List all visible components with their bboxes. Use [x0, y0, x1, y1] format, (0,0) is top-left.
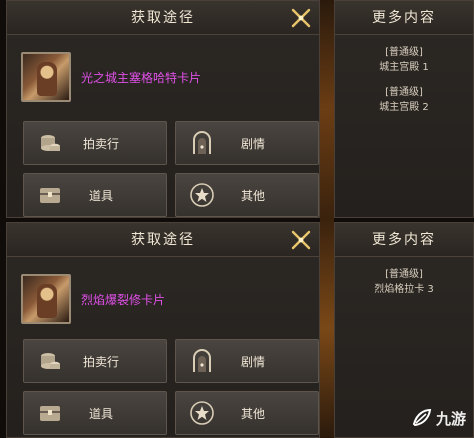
more-content-title: 更多内容	[372, 232, 436, 248]
more-content-header: 更多内容	[335, 223, 473, 257]
watermark-text: 九游	[435, 409, 466, 428]
acquisition-block-2: 获取途径 烈焰爆裂修卡片 拍卖行 剧情 道具 其他 更多内容 [普通级] 烈焰格…	[0, 222, 474, 438]
more-content-entry[interactable]: [普通级] 烈焰格拉卡 3	[335, 267, 473, 297]
item-button[interactable]: 道具	[23, 173, 167, 217]
panel-header: 获取途径	[7, 223, 319, 257]
auction-house-label: 拍卖行	[82, 354, 119, 369]
more-content-header: 更多内容	[335, 1, 473, 35]
other-label: 其他	[240, 188, 265, 203]
item-name: 光之城主塞格哈特卡片	[81, 70, 202, 85]
auction-house-label: 拍卖行	[82, 136, 119, 151]
dungeon-name: 烈焰格拉卡 3	[374, 284, 434, 295]
story-label: 剧情	[240, 354, 265, 369]
more-content-title: 更多内容	[372, 10, 436, 26]
dungeon-name: 城主宫殿 1	[379, 62, 429, 73]
doorway-icon	[188, 347, 216, 375]
acquisition-block-1: 获取途径 光之城主塞格哈特卡片 拍卖行 剧情 道具 其他 更多内容 [普通级] …	[0, 0, 474, 218]
other-button[interactable]: 其他	[175, 391, 319, 435]
other-button[interactable]: 其他	[175, 173, 319, 217]
coins-icon	[36, 347, 64, 375]
coins-icon	[36, 129, 64, 157]
auction-house-button[interactable]: 拍卖行	[23, 121, 167, 165]
more-content-entry[interactable]: [普通级] 城主宫殿 2	[335, 85, 473, 115]
more-content-panel: 更多内容 [普通级] 城主宫殿 1 [普通级] 城主宫殿 2	[334, 0, 474, 218]
item-name: 烈焰爆裂修卡片	[81, 292, 166, 307]
panel-header: 获取途径	[7, 1, 319, 35]
chest-icon	[36, 181, 64, 209]
close-button[interactable]	[289, 228, 313, 252]
card-thumbnail[interactable]	[21, 52, 71, 102]
leaf-logo-icon	[412, 408, 432, 427]
auction-house-button[interactable]: 拍卖行	[23, 339, 167, 383]
acquisition-panel: 获取途径 烈焰爆裂修卡片 拍卖行 剧情 道具 其他	[6, 222, 320, 438]
difficulty-tag: [普通级]	[385, 87, 423, 98]
other-label: 其他	[240, 406, 265, 421]
close-x-sparkle-icon	[291, 8, 311, 28]
more-content-entry[interactable]: [普通级] 城主宫殿 1	[335, 45, 473, 75]
dungeon-name: 城主宫殿 2	[379, 102, 429, 113]
story-button[interactable]: 剧情	[175, 121, 319, 165]
acquisition-panel: 获取途径 光之城主塞格哈特卡片 拍卖行 剧情 道具 其他	[6, 0, 320, 218]
item-label: 道具	[88, 406, 113, 421]
more-content-list: [普通级] 城主宫殿 1 [普通级] 城主宫殿 2	[335, 35, 473, 115]
close-x-sparkle-icon	[291, 230, 311, 250]
difficulty-tag: [普通级]	[385, 269, 423, 280]
item-row: 光之城主塞格哈特卡片	[21, 49, 311, 105]
close-button[interactable]	[289, 6, 313, 30]
star-icon	[188, 399, 216, 427]
story-button[interactable]: 剧情	[175, 339, 319, 383]
chest-icon	[36, 399, 64, 427]
watermark: 九游	[411, 404, 466, 432]
panel-title: 获取途径	[131, 232, 195, 248]
item-button[interactable]: 道具	[23, 391, 167, 435]
story-label: 剧情	[240, 136, 265, 151]
star-icon	[188, 181, 216, 209]
more-content-list: [普通级] 烈焰格拉卡 3	[335, 257, 473, 297]
item-label: 道具	[88, 188, 113, 203]
difficulty-tag: [普通级]	[385, 47, 423, 58]
item-row: 烈焰爆裂修卡片	[21, 271, 311, 327]
card-thumbnail[interactable]	[21, 274, 71, 324]
panel-title: 获取途径	[131, 10, 195, 26]
doorway-icon	[188, 129, 216, 157]
